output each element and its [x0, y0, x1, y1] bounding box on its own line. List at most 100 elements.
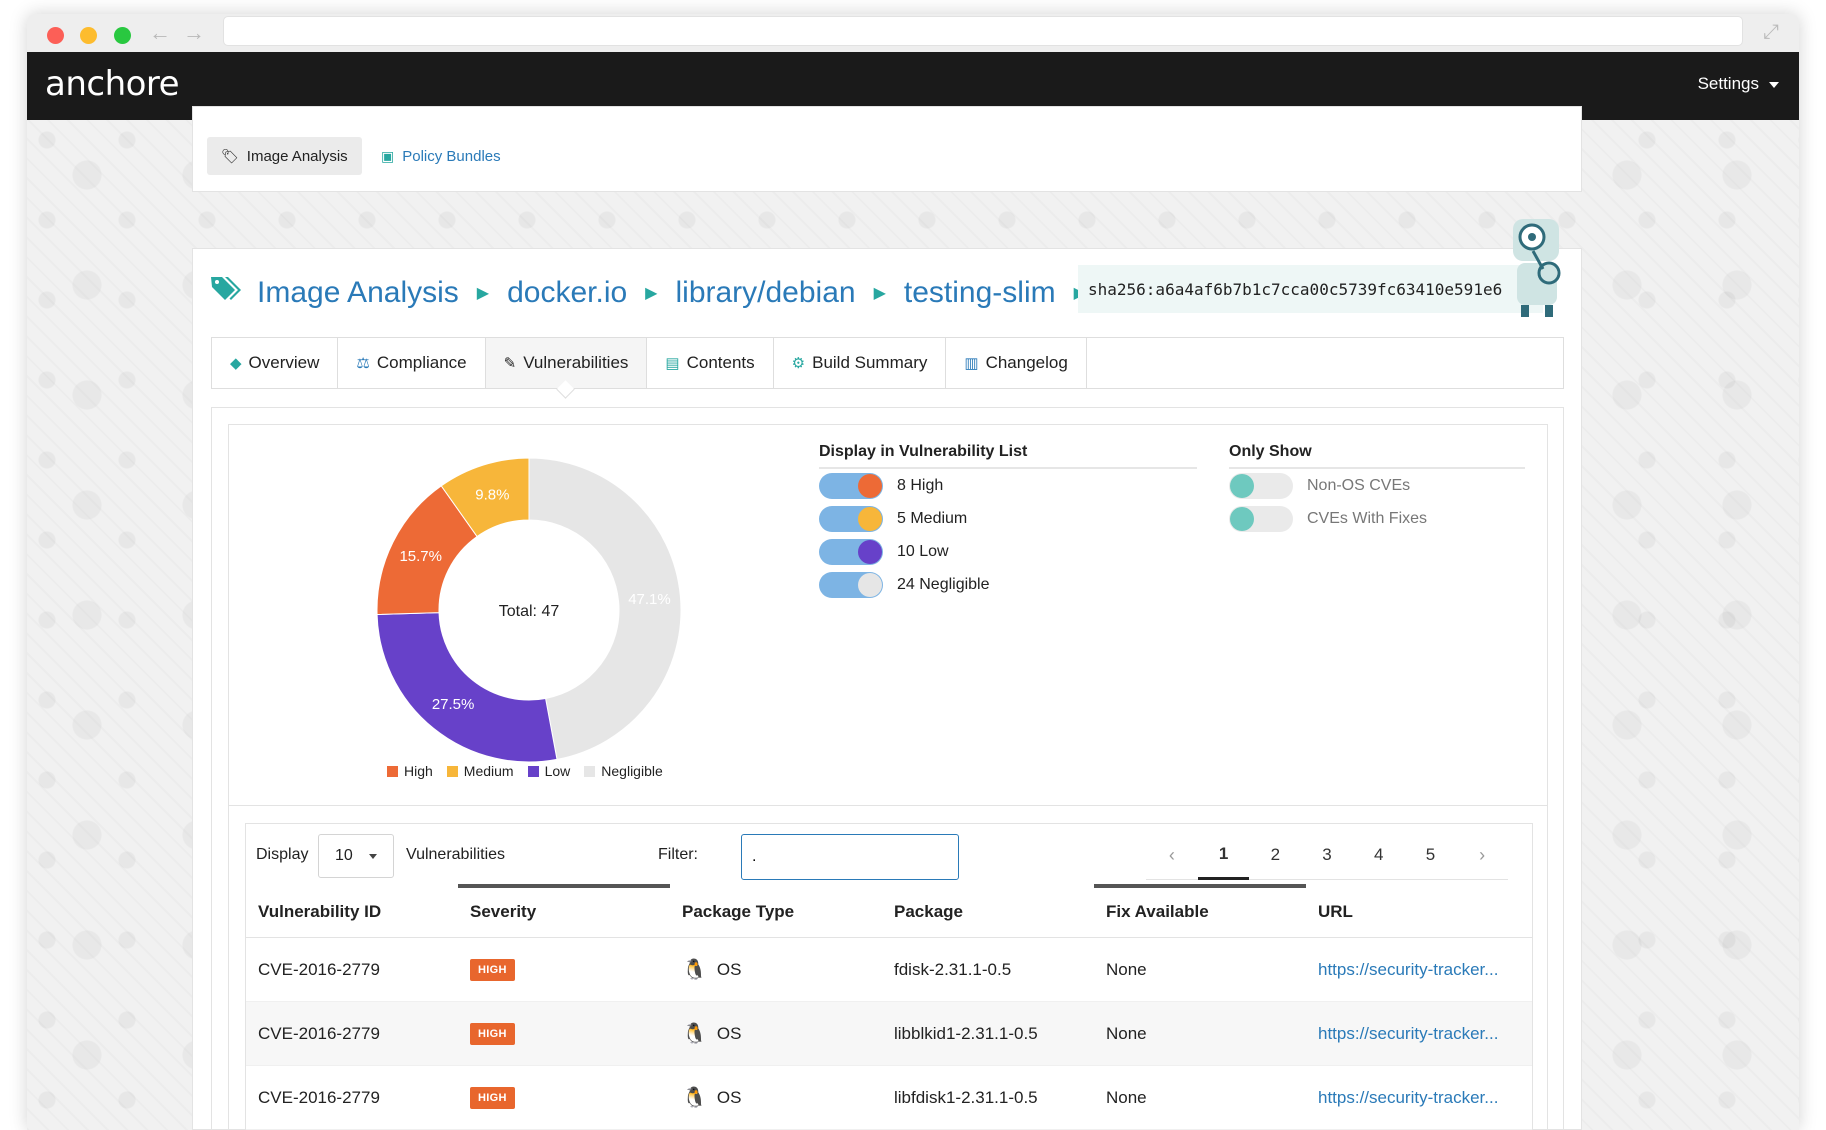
subnav-label: Policy Bundles	[402, 147, 501, 165]
tab-contents[interactable]: ▤ Contents	[647, 338, 774, 388]
url-bar[interactable]	[223, 16, 1743, 46]
column-header-fix-available[interactable]: Fix Available	[1094, 884, 1306, 937]
legend-item-medium[interactable]: Medium	[446, 763, 514, 779]
slice-label-low: 27.5%	[432, 696, 475, 713]
toggle-switch[interactable]	[819, 571, 883, 598]
tab-overview[interactable]: ◆ Overview	[212, 338, 339, 388]
maximize-window-button[interactable]	[114, 27, 131, 44]
vulnerability-url-link[interactable]: https://security-tracker...	[1306, 1002, 1518, 1065]
package-type: OS	[716, 1023, 742, 1043]
prev-page-button[interactable]: ‹	[1146, 830, 1198, 880]
breadcrumb-tag[interactable]: testing-slim	[904, 276, 1056, 310]
tab-compliance[interactable]: ⚖ Compliance	[338, 338, 486, 388]
toggle-switch[interactable]	[819, 538, 883, 565]
toggle-switch[interactable]	[1229, 505, 1293, 532]
fix-available: None	[1106, 959, 1147, 979]
legend-item-negligible[interactable]: Negligible	[584, 763, 663, 779]
file-icon: ▤	[665, 355, 680, 372]
only-show-group: Only Show Non-OS CVEs CVEs With Fixes	[1229, 443, 1525, 535]
forward-arrow-icon[interactable]: →	[183, 22, 205, 44]
page-3-button[interactable]: 3	[1301, 830, 1353, 880]
page-1-button[interactable]: 1	[1197, 830, 1250, 880]
chevron-right-icon: ▶	[873, 285, 886, 302]
expand-icon[interactable]: ⤢	[1763, 21, 1779, 44]
column-header-vulnerability-id[interactable]: Vulnerability ID	[246, 886, 458, 937]
image-digest: sha256:a6a4af6b7b1c7cca00c5739fc63410e59…	[1078, 265, 1543, 313]
toggle-high[interactable]: 8 High	[819, 469, 1197, 502]
image-tabs: ◆ Overview ⚖ Compliance ✎ Vulnerabilitie…	[211, 337, 1564, 389]
display-label: Display	[256, 846, 309, 863]
breadcrumb-image-analysis[interactable]: Image Analysis	[257, 276, 459, 310]
toggle-label: CVEs With Fixes	[1307, 509, 1428, 527]
column-header-package[interactable]: Package	[882, 886, 1094, 937]
breadcrumb-registry[interactable]: docker.io	[507, 276, 627, 310]
tab-label: Build Summary	[812, 353, 928, 372]
toggle-negligible[interactable]: 24 Negligible	[819, 568, 1197, 601]
page-size-select[interactable]: 10	[318, 834, 394, 878]
tab-vulnerabilities[interactable]: ✎ Vulnerabilities	[485, 338, 648, 388]
toggle-medium[interactable]: 5 Medium	[819, 502, 1197, 535]
toggle-knob	[1230, 473, 1254, 498]
section-divider	[229, 805, 1547, 806]
tab-label: Vulnerabilities	[523, 353, 629, 372]
tab-changelog[interactable]: ▥ Changelog	[946, 338, 1087, 388]
breadcrumb-repository[interactable]: library/debian	[675, 276, 855, 310]
close-window-button[interactable]	[47, 27, 64, 44]
column-header-package-type[interactable]: Package Type	[670, 886, 882, 937]
severity-cell: HIGH	[458, 938, 670, 1001]
tags-icon: 🏷	[221, 147, 239, 164]
settings-menu[interactable]: Settings	[1698, 74, 1779, 94]
column-header-url[interactable]: URL	[1306, 886, 1518, 937]
subnav-item-image-analysis[interactable]: 🏷 Image Analysis	[207, 137, 362, 175]
severity-badge: HIGH	[470, 1022, 515, 1045]
anchore-logo[interactable]: anchore	[45, 64, 180, 104]
page-4-button[interactable]: 4	[1353, 830, 1405, 880]
slice-label-medium: 9.8%	[475, 487, 509, 504]
table-row: CVE-2016-2779 HIGH 🐧 OS libfdisk1-2.31.1-…	[246, 1066, 1532, 1130]
tab-label: Compliance	[376, 353, 467, 372]
toggle-knob	[858, 572, 882, 597]
toggle-switch[interactable]	[819, 472, 883, 499]
balance-scale-icon: ⚖	[356, 355, 370, 372]
slice-label-high: 15.7%	[399, 548, 442, 565]
tab-build-summary[interactable]: ⚙ Build Summary	[774, 338, 947, 388]
robot-mascot-icon	[1513, 219, 1561, 317]
back-arrow-icon[interactable]: ←	[149, 22, 171, 44]
package-type-cell: 🐧 OS	[670, 1002, 882, 1065]
legend-swatch	[387, 765, 398, 777]
vulnerabilities-card: 47.1% 27.5% 15.7% 9.8% Total: 47 High Medium L…	[228, 424, 1548, 1130]
package: fdisk-2.31.1-0.5	[894, 959, 1012, 979]
column-header-severity[interactable]: Severity	[458, 884, 670, 937]
legend-label: Medium	[463, 763, 514, 779]
subnav-item-policy-bundles[interactable]: ▣ Policy Bundles	[367, 137, 515, 175]
page-2-button[interactable]: 2	[1249, 830, 1301, 880]
filter-input[interactable]	[741, 834, 959, 880]
toggle-non-os-cves[interactable]: Non-OS CVEs	[1229, 469, 1525, 502]
vulnerability-id: CVE-2016-2779	[258, 1087, 380, 1107]
severity-badge: HIGH	[470, 1086, 515, 1109]
cogs-icon: ⚙	[791, 355, 806, 372]
table-header: Vulnerability ID Severity Package Type P…	[246, 884, 1532, 938]
toggle-knob	[1230, 506, 1254, 531]
next-page-button[interactable]: ›	[1456, 830, 1508, 880]
page-5-button[interactable]: 5	[1405, 830, 1457, 880]
minimize-window-button[interactable]	[80, 27, 97, 44]
linux-icon: 🐧	[682, 1023, 707, 1045]
slice-low[interactable]	[376, 612, 558, 763]
only-show-title: Only Show	[1229, 443, 1525, 469]
legend-label: Low	[544, 763, 571, 779]
vulnerability-url-link[interactable]: https://security-tracker...	[1306, 938, 1518, 1001]
book-icon: ▥	[964, 355, 979, 372]
toggle-low[interactable]: 10 Low	[819, 535, 1197, 568]
vulnerability-url-link[interactable]: https://security-tracker...	[1306, 1066, 1518, 1129]
filter-label: Filter:	[658, 846, 698, 863]
fix-available: None	[1106, 1087, 1147, 1107]
toggle-cves-with-fixes[interactable]: CVEs With Fixes	[1229, 502, 1525, 535]
toggle-switch[interactable]	[1229, 472, 1293, 499]
legend-item-low[interactable]: Low	[527, 763, 571, 779]
legend-item-high[interactable]: High	[387, 763, 433, 779]
table-controls: Display 10 Vulnerabilities Filter: ‹ 1 2…	[246, 824, 1532, 886]
toggle-switch[interactable]	[819, 505, 883, 532]
package-type: OS	[716, 1087, 742, 1107]
severity-badge: HIGH	[470, 958, 515, 981]
